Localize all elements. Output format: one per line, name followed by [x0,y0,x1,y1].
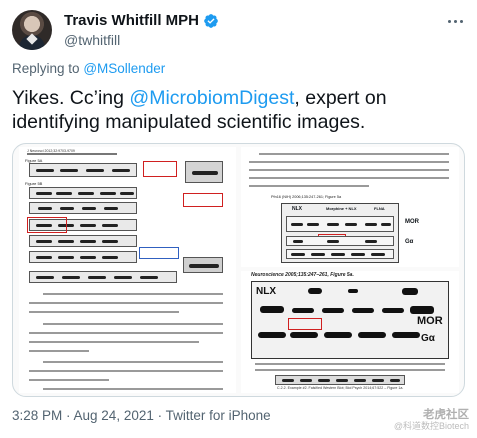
blot-a6 [29,251,137,263]
inset-blot-1 [185,161,223,183]
highlight-box-3 [27,217,67,233]
media-image-right-top[interactable]: Pfn16 (NIH) 2006;135:247-261; Figure 5a … [241,147,459,267]
blot-a3 [29,202,137,214]
blot-a2 [29,187,137,199]
inset-blot-2 [183,257,223,273]
right-top-blot-frame: NLX Morphine + NLX FLNA [281,203,399,263]
reply-context: Replying to @MSollender [12,61,165,76]
display-name[interactable]: Travis Whitfill MPH [64,12,199,30]
user-handle[interactable]: @twhitfill [64,31,120,49]
reply-prefix: Replying to [12,61,80,76]
highlight-box-1 [143,161,177,177]
tweet-text-before: Yikes. Cc’ing [12,87,130,109]
more-options-icon[interactable] [445,14,465,28]
media-image-right-bottom[interactable]: Neuroscience 2005;135:247–261, Figure 5a… [241,271,459,393]
watermark: 老虎社区 @科道数控Biotech [357,409,469,432]
label-nlx-small: NLX [292,206,302,212]
right-bottom-header: Neuroscience 2005;135:247–261, Figure 5a… [251,272,354,278]
left-header-text: J Neurosci 2012;32:9703-9709 [27,149,75,153]
highlight-box-2 [183,193,223,207]
label-mor: MOR [417,315,443,327]
right-bottom-caption: C.2.2. Example #2. Falsified Western Blo… [277,386,404,390]
tweet-body: Yikes. Cc’ing @MicrobiomDigest, expert o… [12,86,467,134]
fig-label-b: Figure 5B [25,181,43,186]
reply-target-link[interactable]: @MSollender [83,61,165,76]
highlight-box-4 [139,247,179,259]
mention-link[interactable]: @MicrobiomDigest [129,87,294,109]
media-image-left[interactable]: J Neurosci 2012;32:9703-9709 Figure 5A F… [19,147,236,393]
tweet-header: Travis Whitfill MPH @twhitfill [12,10,465,50]
label-flna: FLNA [374,206,385,211]
blot-a5 [29,235,137,247]
tweet-media[interactable]: J Neurosci 2012;32:9703-9709 Figure 5A F… [12,143,465,397]
label-ga-small: Gα [405,239,414,245]
verified-badge-icon [203,13,219,29]
avatar[interactable] [12,10,52,50]
left-header-line [27,153,117,155]
watermark-sub: @科道数控Biotech [393,421,469,431]
label-nlx: NLX [256,286,276,297]
gel-strip [275,375,405,385]
label-ga: Gα [421,333,435,344]
label-mor-small: MOR [405,219,419,225]
blot-a1 [29,163,137,177]
blot-a7 [29,271,177,283]
name-row: Travis Whitfill MPH [64,12,219,30]
right-top-header: Pfn16 (NIH) 2006;135:247-261; Figure 5a [271,195,342,199]
highlight-box-6 [288,318,322,330]
label-morphine-nlx: Morphine + NLX [326,206,357,211]
tweet-timestamp[interactable]: 3:28 PM · Aug 24, 2021 · Twitter for iPh… [12,408,271,423]
watermark-main: 老虎社区 [423,409,469,421]
